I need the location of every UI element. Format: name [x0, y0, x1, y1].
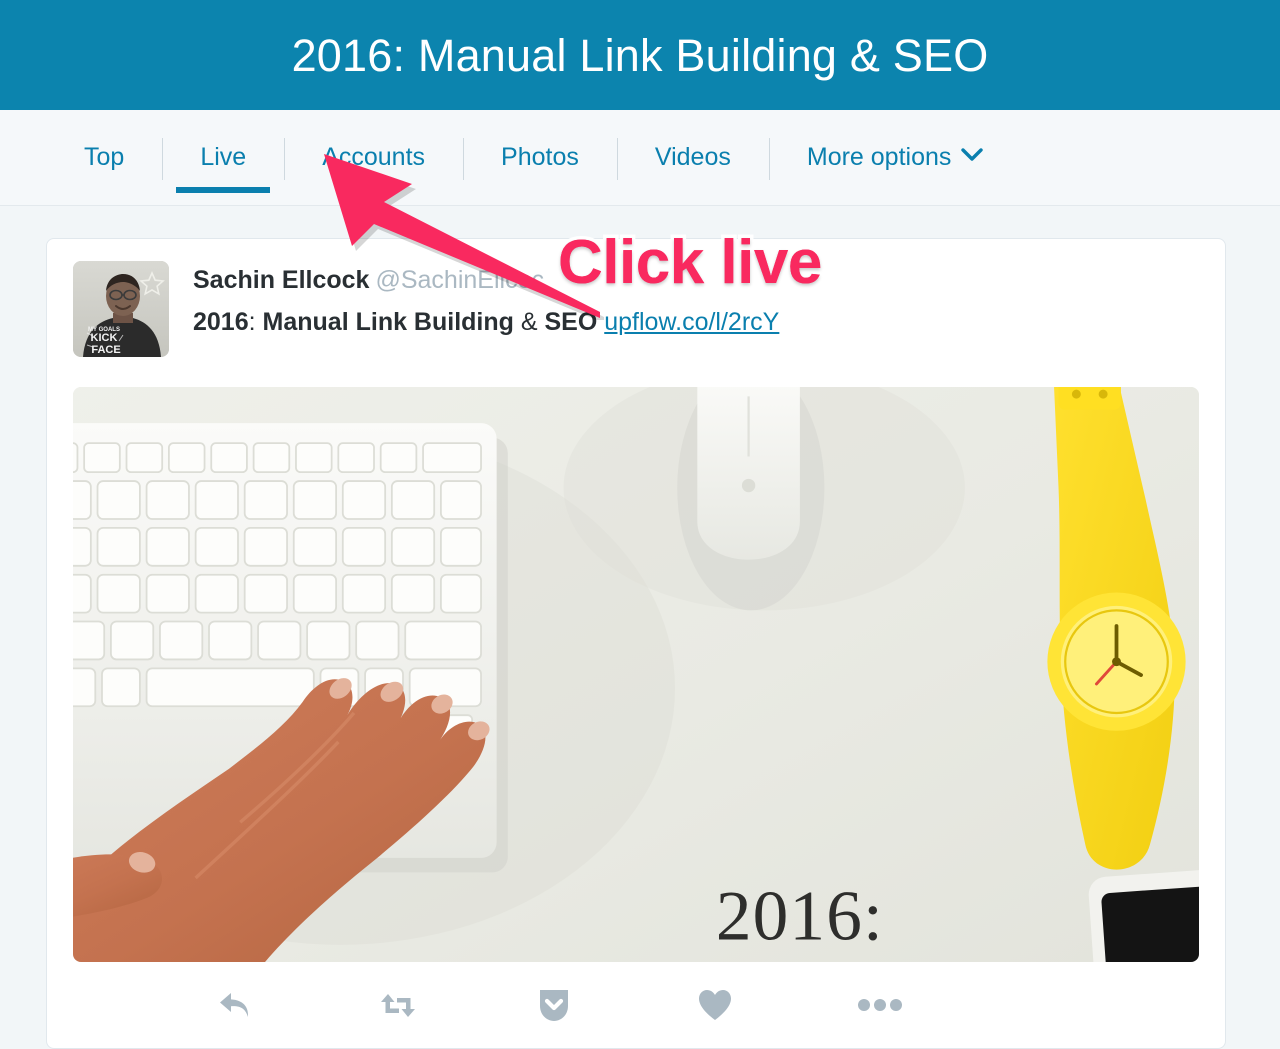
search-results: MY GOALS KICK FACE Sachin Ellcock @Sachin… [0, 206, 1280, 1049]
tab-photos[interactable]: Photos [463, 110, 617, 205]
page-title: 2016: Manual Link Building & SEO [291, 29, 989, 81]
tweet-link[interactable]: upflow.co/l/2rcY [604, 308, 779, 336]
pocket-save-button[interactable] [537, 987, 697, 1023]
pocket-icon [537, 987, 571, 1023]
tweet-term-year: 2016 [193, 308, 249, 337]
tweet-text-column: Sachin Ellcock @SachinEllcoc 2016: Manual… [193, 261, 1199, 357]
svg-text:FACE: FACE [91, 344, 120, 356]
avatar[interactable]: MY GOALS KICK FACE [73, 261, 169, 357]
tab-photos-label: Photos [501, 143, 579, 171]
chevron-down-icon [961, 147, 984, 162]
tweet-term-seo: SEO [544, 308, 598, 337]
tab-list: Top Live Accounts Photos Videos More opt… [0, 110, 1280, 205]
more-icon [857, 998, 903, 1012]
tab-more-options[interactable]: More options [768, 110, 1022, 205]
tweet-card[interactable]: MY GOALS KICK FACE Sachin Ellcock @Sachin… [46, 238, 1226, 1049]
svg-text:Manual Link Building and SEO: Manual Link Building and SEO [407, 961, 1193, 962]
tab-live[interactable]: Live [162, 110, 284, 205]
tweet-byline: Sachin Ellcock @SachinEllcoc [193, 265, 1199, 296]
more-button[interactable] [857, 998, 1017, 1012]
like-button[interactable] [697, 988, 857, 1022]
reply-icon [217, 989, 255, 1021]
tweet-punct-1: : [248, 308, 263, 337]
tab-more-options-label: More options [806, 143, 952, 171]
like-icon [697, 988, 733, 1022]
tweet-punct-2: & [513, 308, 545, 337]
tab-videos-label: Videos [654, 143, 731, 171]
tweet-media-image[interactable]: 2016: Manual Link Building and SEO [73, 387, 1199, 962]
handle[interactable]: @SachinEllcoc [375, 266, 544, 294]
tweet-term-phrase: Manual Link Building [262, 308, 514, 337]
svg-text:KICK: KICK [91, 332, 118, 344]
tab-top-label: Top [84, 143, 125, 171]
reply-button[interactable] [217, 989, 377, 1021]
retweet-icon [377, 989, 419, 1021]
tweet-text: 2016: Manual Link Building & SEO upflow.… [193, 306, 1199, 338]
tab-top[interactable]: Top [62, 110, 162, 205]
tab-accounts[interactable]: Accounts [284, 110, 463, 205]
retweet-button[interactable] [377, 989, 537, 1021]
tab-live-label: Live [200, 143, 247, 171]
svg-text:2016:: 2016: [716, 876, 884, 955]
search-tabbar: Top Live Accounts Photos Videos More opt… [0, 110, 1280, 206]
page-header: 2016: Manual Link Building & SEO [0, 0, 1280, 110]
display-name[interactable]: Sachin Ellcock [193, 266, 369, 294]
tab-accounts-label: Accounts [322, 143, 426, 171]
tweet-action-bar [47, 962, 1225, 1048]
tweet-header: MY GOALS KICK FACE Sachin Ellcock @Sachin… [47, 261, 1225, 357]
tab-videos[interactable]: Videos [616, 110, 769, 205]
